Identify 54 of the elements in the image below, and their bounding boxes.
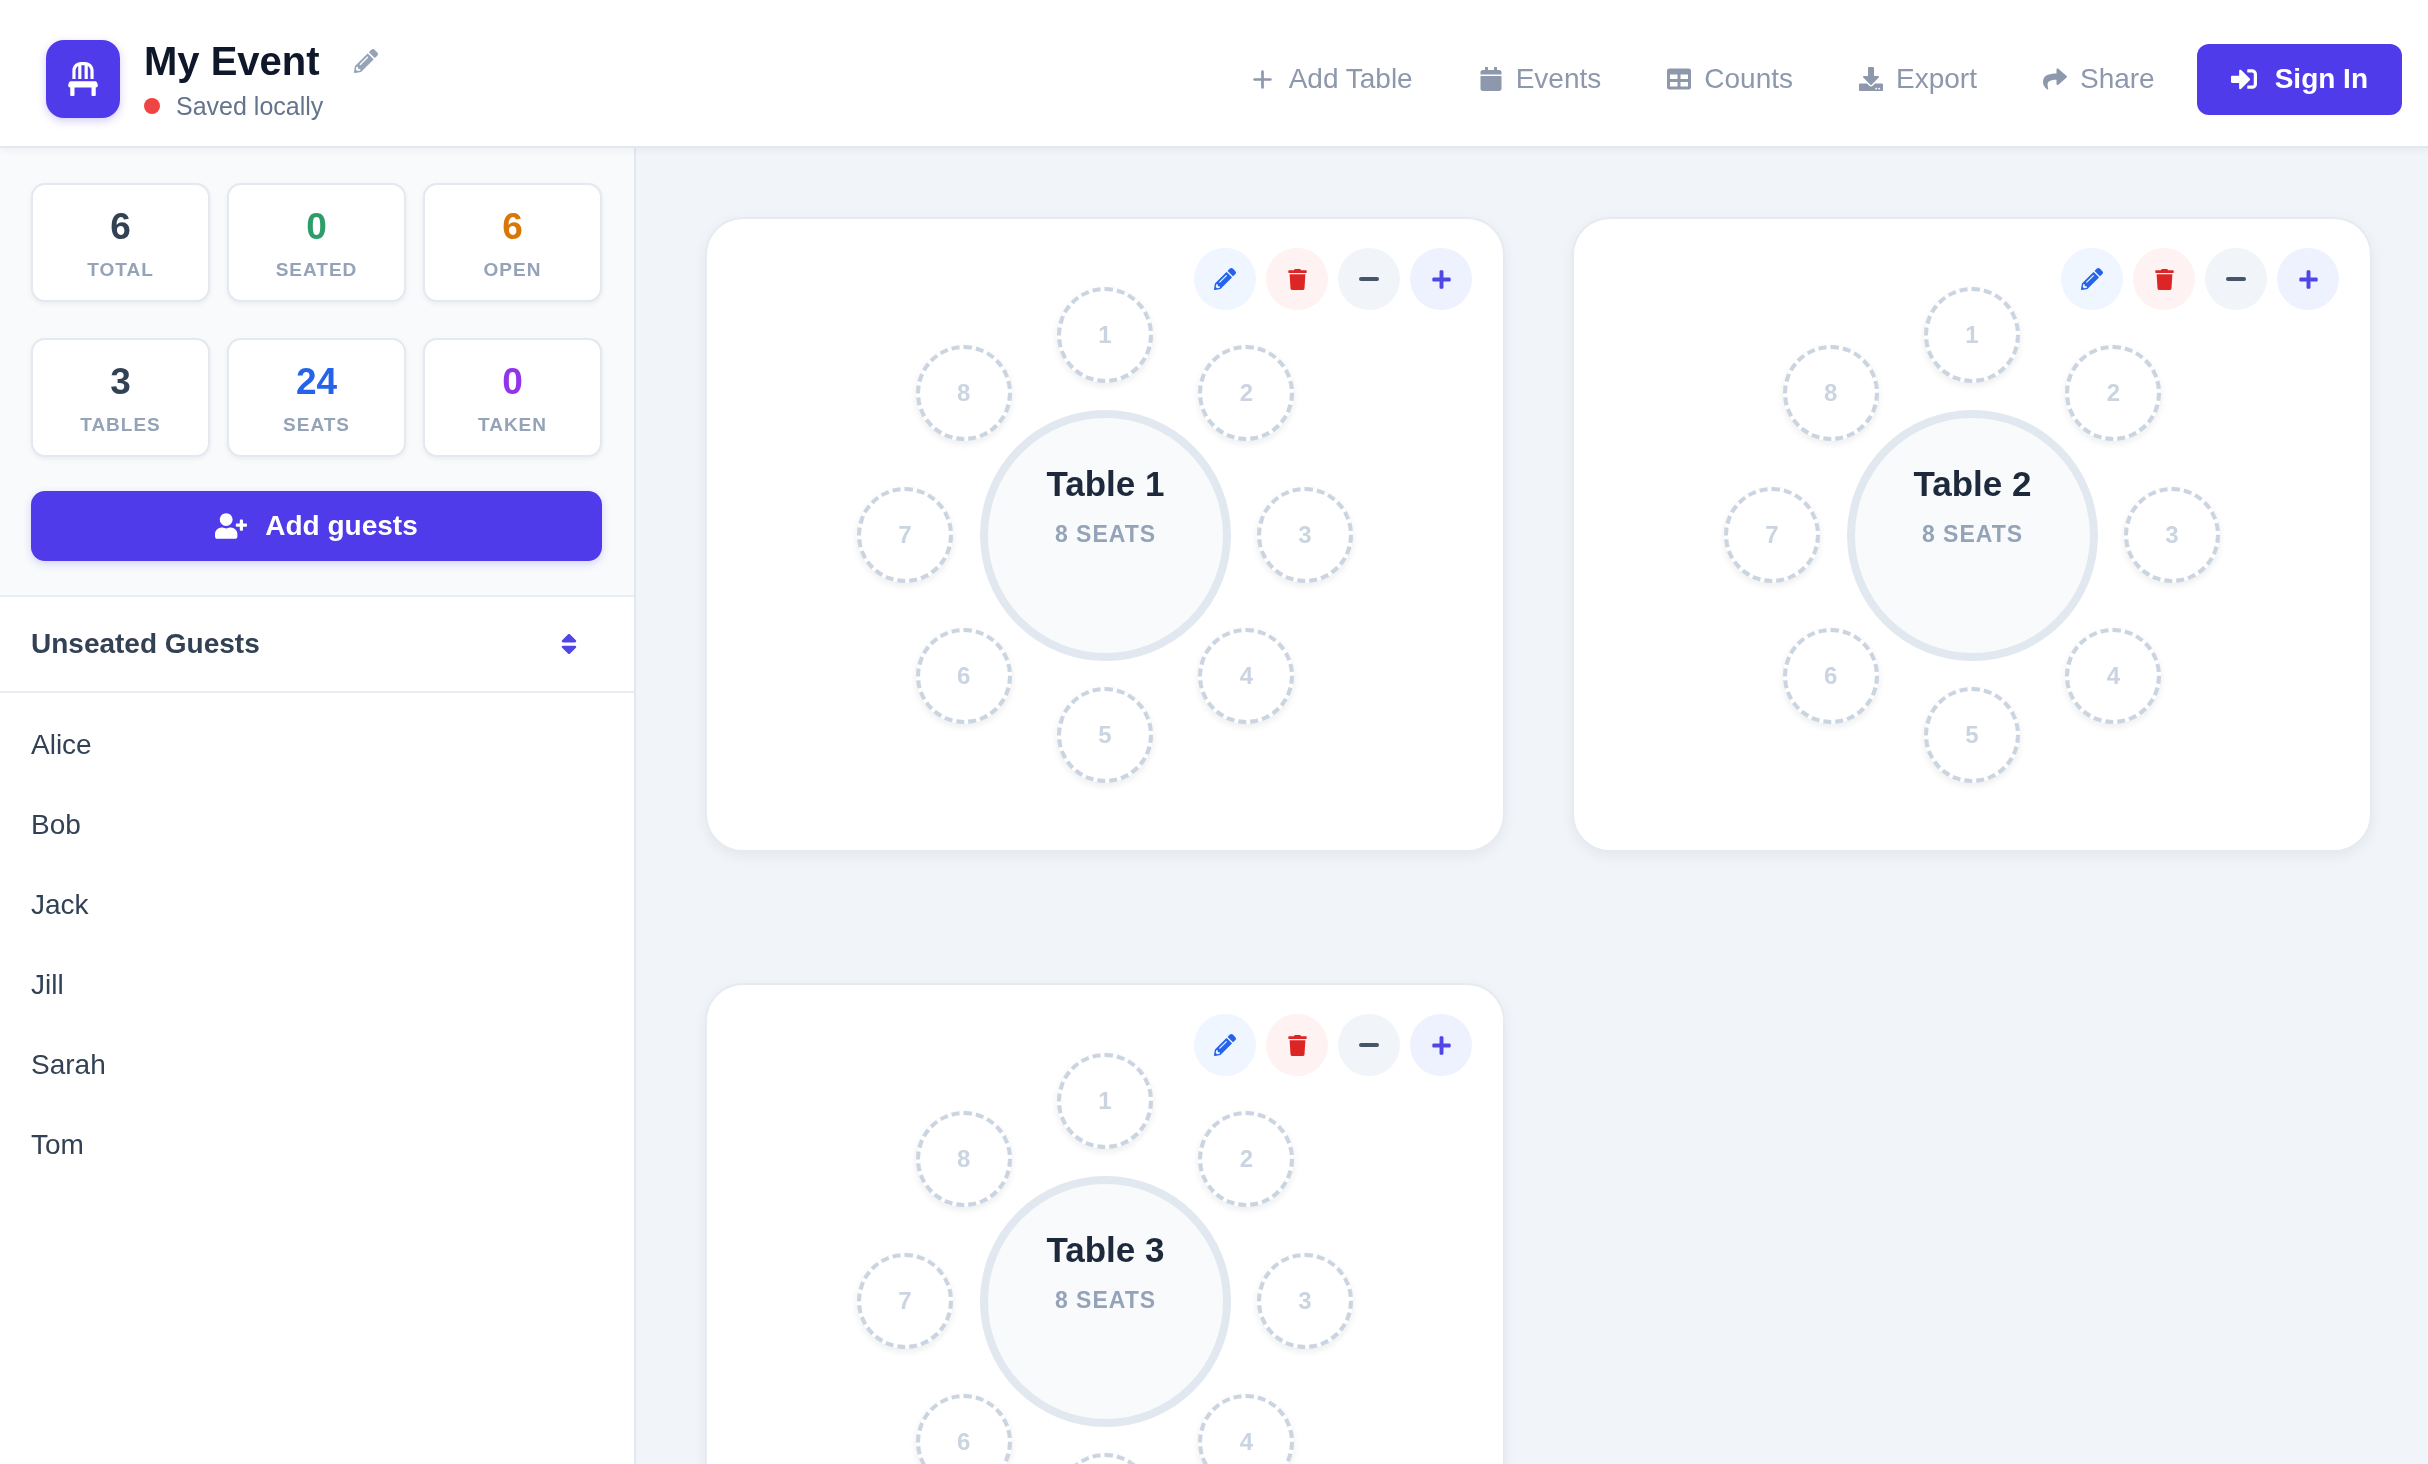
stat-value: 3 [110, 359, 131, 404]
trash-icon [1286, 1034, 1308, 1056]
pencil-icon [2081, 268, 2103, 290]
seat-count: 8 SEATS [1054, 519, 1157, 548]
stat-value: 6 [502, 204, 523, 249]
calendar-icon [1478, 67, 1503, 91]
sign-in-button[interactable]: Sign In [2196, 43, 2402, 115]
stat-label: TOTAL [87, 257, 154, 281]
plus-icon [2297, 268, 2319, 290]
stat-label: TAKEN [477, 412, 547, 436]
guest-item[interactable]: Jill [31, 968, 64, 1002]
guest-item[interactable]: Jack [31, 888, 89, 922]
stat-value: 6 [110, 204, 131, 249]
minus-icon [1359, 1043, 1379, 1047]
table-name: Table 1 [1046, 462, 1165, 505]
sign-in-icon [2230, 66, 2257, 92]
chair-icon [46, 40, 120, 118]
pencil-icon [1214, 268, 1236, 290]
stat-value: 0 [502, 359, 523, 404]
seat-count: 8 SEATS [1921, 519, 2024, 548]
guest-item[interactable]: Bob [31, 808, 81, 842]
guest-item[interactable]: Alice [31, 728, 92, 762]
minus-icon [1359, 277, 1379, 281]
status-text: Saved locally [176, 91, 324, 121]
trash-icon [1286, 268, 1308, 290]
stat-label: SEATED [275, 257, 358, 281]
event-title: My Event [144, 37, 320, 84]
stat-value: 24 [295, 359, 338, 404]
download-icon [1859, 67, 1883, 91]
trash-icon [2153, 268, 2175, 290]
stat-label: OPEN [483, 257, 542, 281]
stat-label: SEATS [283, 412, 350, 436]
pencil-icon [1214, 1034, 1236, 1056]
nav-button[interactable]: Events [1478, 62, 1602, 96]
nav-button[interactable]: Add Table [1248, 62, 1413, 96]
share-icon [2042, 67, 2067, 91]
grid-icon [1667, 67, 1692, 91]
section-title: Unseated Guests [31, 627, 260, 661]
minus-icon [2226, 277, 2246, 281]
guest-item[interactable]: Tom [31, 1128, 84, 1162]
nav-button[interactable]: Export [1859, 62, 1977, 96]
stat-label: TABLES [80, 412, 161, 436]
plus-icon [1430, 1034, 1452, 1056]
stat-value: 0 [306, 204, 327, 249]
table-name: Table 2 [1913, 462, 2032, 505]
plus-icon [1430, 268, 1452, 290]
nav-button[interactable]: Counts [1667, 62, 1793, 96]
guest-item[interactable]: Sarah [31, 1048, 106, 1082]
table-name: Table 3 [1046, 1228, 1165, 1271]
nav-button[interactable]: Share [2042, 62, 2155, 96]
add-guests-button[interactable]: Add guests [31, 491, 602, 561]
pencil-icon[interactable] [353, 48, 378, 73]
seat-count: 8 SEATS [1054, 1285, 1157, 1314]
user-plus-icon [215, 510, 248, 542]
